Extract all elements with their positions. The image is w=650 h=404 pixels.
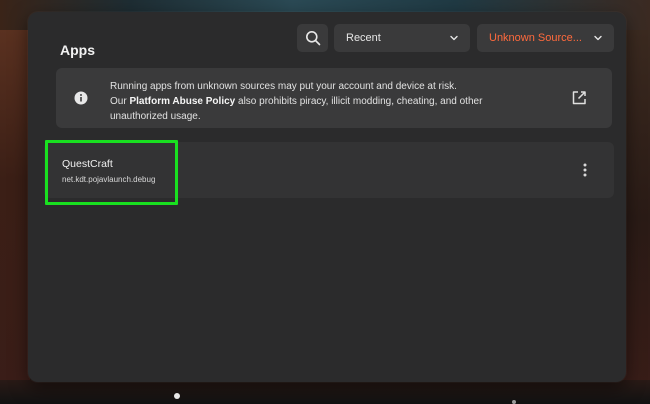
source-filter-dropdown[interactable]: Unknown Source... (477, 24, 614, 52)
more-vertical-icon[interactable] (578, 161, 592, 179)
external-link-icon[interactable] (570, 89, 588, 107)
search-button[interactable] (297, 24, 328, 52)
highlight-box (45, 140, 178, 205)
sort-dropdown-value: Recent (346, 32, 381, 44)
search-icon (305, 31, 320, 46)
warning-line-2-prefix: Our (110, 96, 130, 107)
warning-text: Running apps from unknown sources may pu… (110, 79, 550, 124)
sort-dropdown[interactable]: Recent (334, 24, 470, 52)
source-filter-value: Unknown Source... (489, 32, 582, 44)
warning-line-2-suffix: also prohibits piracy, illicit modding, … (235, 96, 483, 107)
page-title: Apps (60, 42, 95, 58)
warning-line-3: unauthorized usage. (110, 111, 201, 122)
chevron-down-icon (592, 32, 604, 44)
page-indicator-dot (174, 393, 180, 399)
chevron-down-icon (448, 32, 460, 44)
environment-background-left (0, 30, 30, 404)
platform-abuse-policy-link[interactable]: Platform Abuse Policy (129, 96, 235, 107)
page-indicator-dot (512, 400, 516, 404)
info-icon (74, 91, 88, 105)
warning-line-1: Running apps from unknown sources may pu… (110, 81, 457, 92)
warning-line-2: Our Platform Abuse Policy also prohibits… (110, 94, 550, 109)
unknown-sources-warning: Running apps from unknown sources may pu… (56, 68, 612, 128)
environment-background-floor (0, 380, 650, 404)
